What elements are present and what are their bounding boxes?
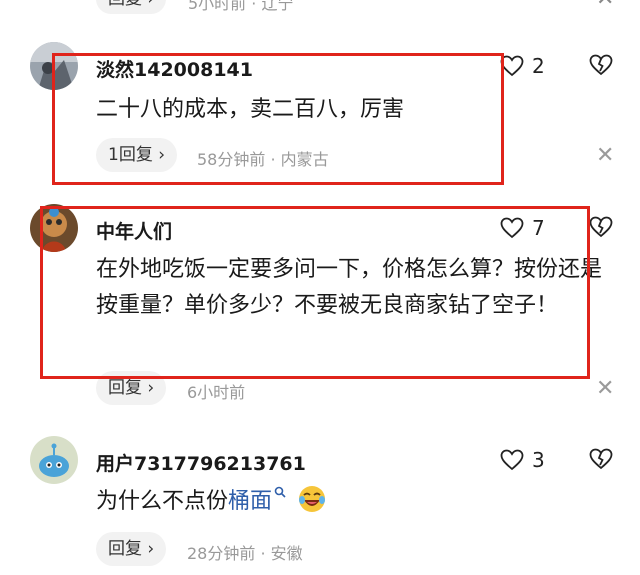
reply-button[interactable]: 1回复 ›	[96, 138, 178, 172]
close-icon[interactable]: ✕	[596, 0, 614, 11]
comment-text: 在外地吃饭一定要多问一下，价格怎么算？按份还是按重量？单价多少？不要被无良商家钻…	[96, 257, 603, 318]
laughing-emoji-icon	[299, 486, 326, 512]
dislike-button[interactable]	[589, 54, 613, 80]
heart-outline-icon	[500, 217, 524, 239]
like-button[interactable]: 3	[500, 448, 545, 472]
like-count: 2	[532, 54, 545, 78]
close-icon[interactable]: ✕	[596, 378, 614, 400]
avatar[interactable]	[30, 204, 78, 252]
search-icon[interactable]	[274, 486, 286, 498]
reply-button[interactable]: 回复 ›	[96, 532, 167, 566]
username[interactable]: 用户7317796213761	[96, 449, 306, 476]
like-button[interactable]: 7	[500, 216, 545, 240]
like-count: 3	[532, 448, 545, 472]
heart-outline-icon	[500, 55, 524, 77]
search-link[interactable]: 桶面	[228, 489, 272, 514]
heart-outline-icon	[500, 449, 524, 471]
dislike-button[interactable]	[589, 448, 613, 474]
avatar[interactable]	[30, 436, 78, 484]
comment-text: 二十八的成本，卖二百八，厉害	[96, 97, 405, 122]
comment-text-prefix: 为什么不点份	[96, 489, 229, 514]
top-meta: 5小时前 · 辽宁	[188, 0, 294, 13]
like-count: 7	[532, 216, 545, 240]
username[interactable]: 中年人们	[96, 217, 172, 244]
comment-text: 为什么不点份桶面	[96, 484, 616, 520]
broken-heart-icon	[589, 54, 613, 76]
dislike-button[interactable]	[589, 216, 613, 242]
broken-heart-icon	[589, 216, 613, 238]
reply-button[interactable]: 回复 ›	[96, 371, 167, 405]
broken-heart-icon	[589, 448, 613, 470]
close-icon[interactable]: ✕	[596, 145, 614, 167]
top-reply-button[interactable]: 回复 ›	[96, 0, 167, 14]
comment-meta: 58分钟前 · 内蒙古	[197, 150, 329, 169]
comment-meta: 28分钟前 · 安徽	[187, 544, 303, 563]
like-button[interactable]: 2	[500, 54, 545, 78]
username[interactable]: 淡然142008141	[96, 55, 253, 82]
comment-meta: 6小时前	[187, 383, 246, 402]
avatar[interactable]	[30, 42, 78, 90]
